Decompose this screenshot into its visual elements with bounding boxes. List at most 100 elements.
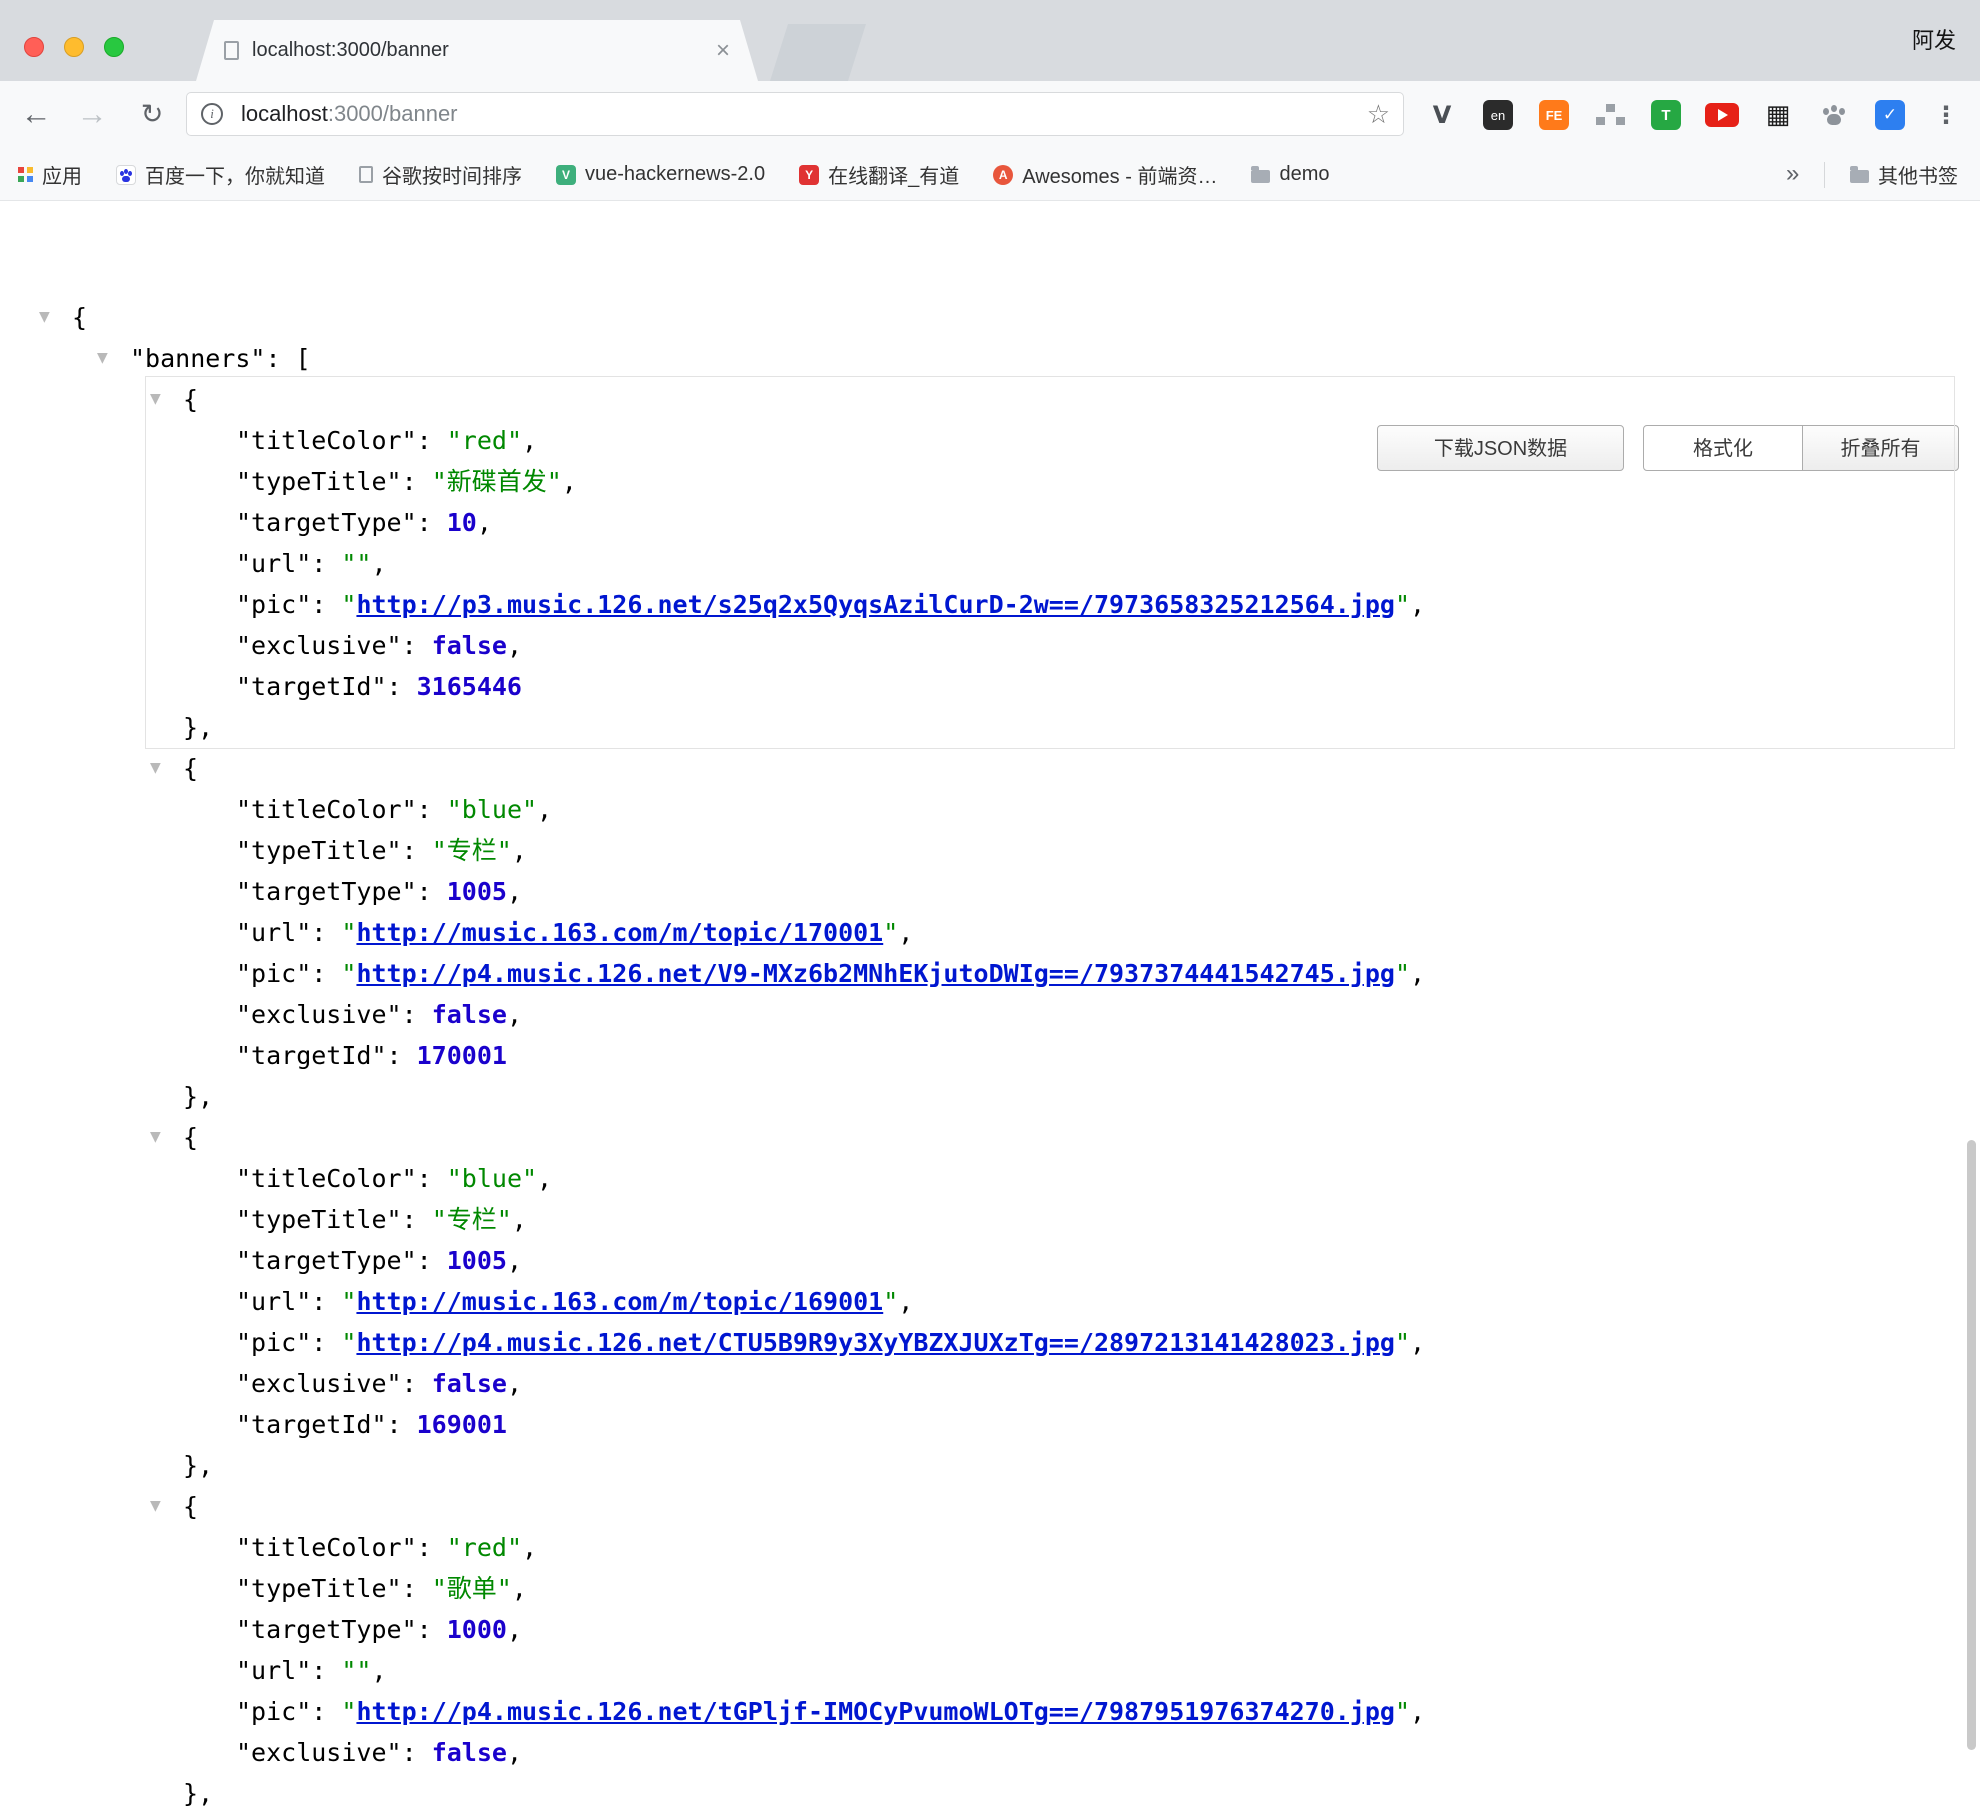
tampermonkey-icon[interactable]: T [1648, 97, 1684, 133]
json-punctuation: , [507, 1369, 522, 1398]
json-link[interactable]: http://music.163.com/m/topic/170001 [356, 918, 883, 947]
back-button[interactable]: ← [12, 81, 60, 149]
json-key: "targetType" [236, 508, 417, 537]
paw-icon[interactable] [1816, 97, 1852, 133]
json-punctuation: : [402, 1738, 432, 1767]
json-punctuation: , [898, 918, 913, 947]
org-chart-icon[interactable] [1592, 97, 1628, 133]
translate-icon[interactable]: en [1480, 97, 1516, 133]
bookmark-demo-folder[interactable]: demo [1251, 163, 1329, 186]
collapse-toggle[interactable]: ▼ [39, 297, 50, 338]
json-key: "titleColor" [236, 426, 417, 455]
fehelper-icon[interactable]: FE [1536, 97, 1572, 133]
reload-button[interactable]: ↻ [128, 81, 176, 149]
json-string: "red" [447, 426, 522, 455]
bookmark-apps[interactable]: 应用 [18, 160, 82, 189]
json-link[interactable]: http://p4.music.126.net/V9-MXz6b2MNhEKju… [356, 959, 1395, 988]
collapse-toggle[interactable]: ▼ [97, 338, 108, 379]
json-string: " [341, 590, 356, 619]
vue-icon: V [556, 165, 576, 185]
json-string: "" [341, 1656, 371, 1685]
collapse-toggle[interactable]: ▼ [150, 1486, 161, 1527]
bookmark-star-icon[interactable]: ☆ [1367, 93, 1390, 135]
address-bar[interactable]: i localhost:3000/banner ☆ [186, 92, 1404, 136]
json-tree: ▼{▼"banners": [▼{"titleColor": "red","ty… [0, 297, 1980, 1814]
vimium-icon[interactable]: V [1424, 97, 1460, 133]
json-punctuation: { [183, 754, 198, 783]
profile-name[interactable]: 阿发 [1912, 0, 1956, 81]
json-link[interactable]: http://p4.music.126.net/CTU5B9R9y3XyYBZX… [356, 1328, 1395, 1357]
json-object: ▼{"titleColor": "red","typeTitle": "新碟首发… [0, 379, 1980, 748]
json-line: "titleColor": "blue", [0, 1158, 1980, 1199]
other-bookmarks[interactable]: 其他书签 [1850, 149, 1958, 200]
json-number: false [432, 1000, 507, 1029]
json-punctuation: , [507, 1000, 522, 1029]
bookmarks-overflow-chevron[interactable]: » [1786, 149, 1799, 200]
info-icon[interactable]: i [201, 103, 223, 125]
bookmark-awesomes[interactable]: AAwesomes - 前端资… [993, 160, 1217, 189]
json-line: "targetId": 169001 [0, 1404, 1980, 1445]
json-punctuation: : [311, 918, 341, 947]
json-line: "titleColor": "blue", [0, 789, 1980, 830]
collapse-toggle[interactable]: ▼ [150, 1117, 161, 1158]
json-key: "exclusive" [236, 1738, 402, 1767]
json-line: ▼"banners": [ [0, 338, 1980, 379]
json-punctuation: : [402, 1574, 432, 1603]
json-punctuation: : [417, 795, 447, 824]
json-punctuation: : [387, 1041, 417, 1070]
json-link[interactable]: http://p4.music.126.net/tGPljf-IMOCyPvum… [356, 1697, 1395, 1726]
json-key: "pic" [236, 590, 311, 619]
minimize-window-button[interactable] [64, 37, 84, 57]
json-line: "titleColor": "red", [0, 420, 1980, 461]
bookmark-youdao[interactable]: Y在线翻译_有道 [799, 160, 959, 189]
bookmark-baidu[interactable]: 百度一下，你就知道 [116, 160, 325, 189]
menu-icon[interactable]: ⋮ [1928, 97, 1964, 133]
json-punctuation: , [512, 836, 527, 865]
json-link[interactable]: http://p3.music.126.net/s25q2x5QyqsAzilC… [356, 590, 1395, 619]
zoom-window-button[interactable] [104, 37, 124, 57]
json-string: "red" [447, 1533, 522, 1562]
json-punctuation: : [417, 508, 447, 537]
json-object: ▼{"titleColor": "blue","typeTitle": "专栏"… [0, 748, 1980, 1117]
json-line: ▼{ [0, 748, 1980, 789]
json-key: "targetId" [236, 672, 387, 701]
json-punctuation: , [1410, 959, 1425, 988]
json-line: ▼{ [0, 297, 1980, 338]
json-punctuation: : [402, 467, 432, 496]
youtube-play-shape [1705, 103, 1739, 127]
collapse-toggle[interactable]: ▼ [150, 748, 161, 789]
url-text[interactable]: localhost:3000/banner [241, 93, 458, 135]
json-string: "" [341, 549, 371, 578]
bookmark-vue-hackernews[interactable]: Vvue-hackernews-2.0 [556, 163, 765, 186]
json-number: false [432, 1738, 507, 1767]
vertical-scrollbar-thumb[interactable] [1967, 1140, 1976, 1750]
youtube-icon[interactable] [1704, 97, 1740, 133]
json-key: "typeTitle" [236, 1205, 402, 1234]
tab-close-icon[interactable]: × [716, 39, 730, 63]
browser-tab[interactable]: localhost:3000/banner × [196, 20, 758, 81]
collapse-toggle[interactable]: ▼ [150, 379, 161, 420]
json-line: "pic": "http://p3.music.126.net/s25q2x5Q… [0, 584, 1980, 625]
json-object: ▼{"titleColor": "blue","typeTitle": "专栏"… [0, 1117, 1980, 1486]
bookmark-google-sort[interactable]: 谷歌按时间排序 [359, 160, 522, 189]
json-line: "typeTitle": "新碟首发", [0, 461, 1980, 502]
json-key: "typeTitle" [236, 467, 402, 496]
json-key: "titleColor" [236, 1533, 417, 1562]
json-key: "typeTitle" [236, 1574, 402, 1603]
json-punctuation: : [311, 549, 341, 578]
json-link[interactable]: http://music.163.com/m/topic/169001 [356, 1287, 883, 1316]
json-punctuation: : [417, 1615, 447, 1644]
json-string: "专栏" [432, 836, 512, 865]
json-line: "targetId": 3165446 [0, 666, 1980, 707]
json-line: ▼{ [0, 379, 1980, 420]
json-string: " [883, 1287, 898, 1316]
json-line: "exclusive": false, [0, 1732, 1980, 1773]
json-string: " [883, 918, 898, 947]
json-punctuation: , [477, 508, 492, 537]
qrcode-icon[interactable]: ▦ [1760, 97, 1796, 133]
json-punctuation: , [507, 1246, 522, 1275]
json-string: " [1395, 959, 1410, 988]
new-tab-button[interactable] [770, 24, 866, 81]
shield-check-icon[interactable]: ✓ [1872, 97, 1908, 133]
close-window-button[interactable] [24, 37, 44, 57]
